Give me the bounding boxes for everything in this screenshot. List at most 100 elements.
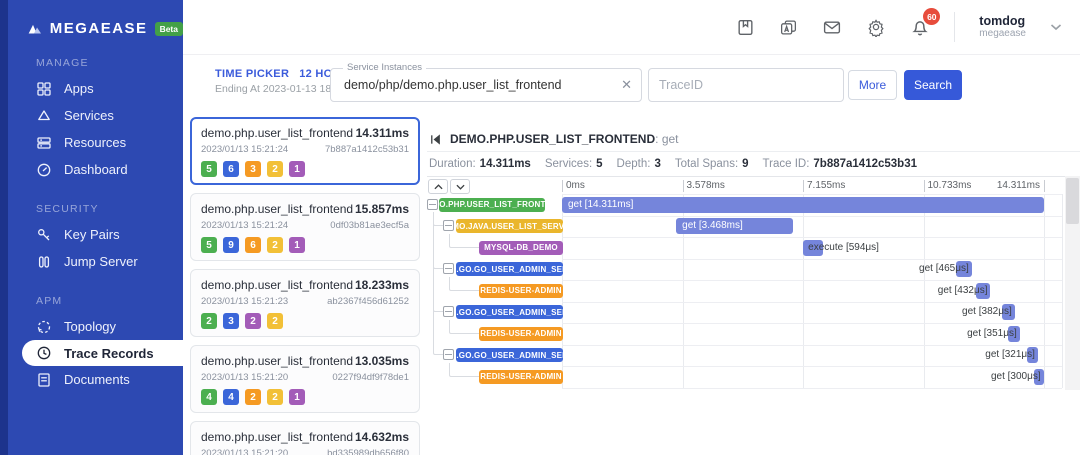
service-pill[interactable]: REDIS-USER-ADMIN — [479, 284, 563, 298]
axis-tick-label: 3.578ms — [687, 180, 725, 191]
service-pill-label: MYSQL-DB_DEMO — [484, 243, 558, 252]
collapse-toggle-icon[interactable] — [427, 199, 438, 210]
service-pill-label: DEMO.GO.GO_USER_ADMIN_SERVICE — [456, 351, 563, 360]
user-org: megaease — [979, 28, 1026, 40]
trace-detail-header: DEMO.PHP.USER_LIST_FRONTEND: get — [429, 130, 679, 148]
span-count-badge: 2 — [245, 389, 261, 405]
sidebar-item-topology[interactable]: Topology — [8, 313, 183, 340]
user-menu[interactable]: tomdog megaease — [979, 14, 1026, 40]
time-picker-label: TIME PICKER — [215, 68, 289, 80]
axis-tick-label: 0ms — [566, 180, 585, 191]
tree-connector — [449, 234, 480, 248]
trace-card-duration: 13.035ms — [355, 354, 409, 368]
collapse-up-button[interactable] — [428, 179, 448, 194]
clear-icon[interactable]: ✕ — [621, 77, 632, 93]
sidebar-item-services[interactable]: Services — [8, 102, 183, 129]
span-label: get [300μs] — [991, 369, 1041, 385]
dashboard-icon — [36, 162, 52, 178]
axis-tick-label: 7.155ms — [807, 180, 845, 191]
span-count-badge: 2 — [267, 237, 283, 253]
trace-card-subheader: 2023/01/13 15:21:240df03b81ae3ecf5a — [201, 220, 409, 231]
sidebar-nav: MANAGEAppsServicesResourcesDashboardSECU… — [8, 57, 183, 393]
search-button[interactable]: Search — [904, 70, 962, 100]
trace-card-name: demo.php.user_list_frontend — [201, 354, 353, 368]
trace-card-header: demo.php.user_list_frontend14.632ms — [201, 430, 409, 444]
service-pill-label: REDIS-USER-ADMIN — [480, 329, 561, 338]
translate-icon[interactable] — [779, 18, 798, 37]
row-separator — [562, 259, 1062, 260]
sidebar-item-label: Dashboard — [64, 162, 128, 177]
trace-card[interactable]: demo.php.user_list_frontend15.857ms2023/… — [190, 193, 420, 261]
collapse-toggle-icon[interactable] — [443, 220, 454, 231]
axis-tick-label: 10.733ms — [928, 180, 972, 191]
row-separator — [562, 280, 1062, 281]
sidebar-item-jump-server[interactable]: Jump Server — [8, 248, 183, 275]
sidebar-section-title: SECURITY — [8, 203, 183, 215]
service-pill[interactable]: DEMO.GO.GO_USER_ADMIN_SERVICE — [456, 348, 563, 362]
trace-card[interactable]: demo.php.user_list_frontend13.035ms2023/… — [190, 345, 420, 413]
grid-line — [1044, 194, 1045, 388]
span-count-badge: 6 — [245, 237, 261, 253]
service-pill[interactable]: MYSQL-DB_DEMO — [479, 241, 563, 255]
trace-card[interactable]: demo.php.user_list_frontend14.632ms2023/… — [190, 421, 420, 455]
row-separator — [562, 216, 1062, 217]
skip-to-start-icon[interactable] — [429, 133, 442, 146]
trace-card-badges: 59621 — [201, 237, 409, 253]
notification-bell-icon[interactable]: 60 — [910, 17, 930, 37]
trace-card[interactable]: demo.php.user_list_frontend18.233ms2023/… — [190, 269, 420, 337]
collapse-toggle-icon[interactable] — [443, 263, 454, 274]
trace-card-subheader: 2023/01/13 15:21:247b887a1412c53b31 — [201, 144, 409, 155]
chevron-down-icon[interactable] — [1050, 23, 1062, 31]
service-pill[interactable]: REDIS-USER-ADMIN — [479, 370, 563, 384]
trace-meta-item: Duration:14.311ms — [429, 158, 531, 170]
service-pill[interactable]: DEMO.GO.GO_USER_ADMIN_SERVICE — [456, 262, 563, 276]
collapse-toggle-icon[interactable] — [443, 349, 454, 360]
span-bar[interactable]: get [3.468ms] — [676, 218, 793, 234]
trace-card-id: ab2367f456d61252 — [327, 296, 409, 307]
sidebar-item-apps[interactable]: Apps — [8, 75, 183, 102]
clock-icon — [36, 345, 52, 361]
grid-line — [924, 194, 925, 388]
more-button[interactable]: More — [848, 70, 897, 100]
sidebar-item-key-pairs[interactable]: Key Pairs — [8, 221, 183, 248]
sidebar-item-resources[interactable]: Resources — [8, 129, 183, 156]
scrollbar-thumb[interactable] — [1066, 178, 1079, 224]
span-count-badge: 3 — [245, 161, 261, 177]
span-label: get [3.468ms] — [676, 218, 793, 234]
span-bar[interactable]: get [14.311ms] — [562, 197, 1044, 213]
trace-card[interactable]: demo.php.user_list_frontend14.311ms2023/… — [190, 117, 420, 185]
bookmark-icon[interactable] — [736, 18, 755, 37]
service-pill[interactable]: DEMO.PHP.USER_LIST_FRONTEND — [439, 198, 545, 212]
service-pill[interactable]: REDIS-USER-ADMIN — [479, 327, 563, 341]
span-count-badge: 2 — [201, 313, 217, 329]
settings-icon[interactable] — [866, 17, 886, 37]
trace-card-badges: 44221 — [201, 389, 409, 405]
trace-card-time: 2023/01/13 15:21:24 — [201, 144, 288, 155]
sidebar-item-label: Resources — [64, 135, 126, 150]
collapse-toggle-icon[interactable] — [443, 306, 454, 317]
trace-card-duration: 14.311ms — [356, 126, 409, 140]
scrollbar-track — [1065, 176, 1080, 390]
row-separator — [562, 237, 1062, 238]
axis-tick-label: 14.311ms — [997, 180, 1040, 191]
trace-card-id: 0227f94df9f78de1 — [332, 372, 409, 383]
trace-id-input[interactable] — [649, 69, 843, 101]
sidebar-item-documents[interactable]: Documents — [8, 366, 183, 393]
service-pill[interactable]: DEMO.JAVA.USER_LIST_SERVICE — [456, 219, 563, 233]
trace-id-field — [648, 68, 844, 102]
sidebar-item-label: Jump Server — [64, 254, 138, 269]
sidebar-item-trace-records[interactable]: Trace Records — [22, 340, 183, 366]
expand-down-button[interactable] — [450, 179, 470, 194]
sidebar-item-label: Trace Records — [64, 346, 154, 361]
span-count-badge: 1 — [289, 237, 305, 253]
service-pill[interactable]: DEMO.GO.GO_USER_ADMIN_SERVICE — [456, 305, 563, 319]
trace-waterfall: 0ms 3.578ms 7.155ms 10.733ms 14.311ms DEMO.PH… — [427, 176, 1080, 396]
service-instances-input[interactable] — [331, 69, 641, 101]
service-pill-label: DEMO.GO.GO_USER_ADMIN_SERVICE — [456, 265, 563, 274]
topbar-divider — [954, 12, 955, 42]
resources-icon — [36, 135, 52, 151]
sidebar-item-dashboard[interactable]: Dashboard — [8, 156, 183, 183]
span-count-badge: 4 — [223, 389, 239, 405]
jump-server-icon — [36, 254, 52, 270]
mail-icon[interactable] — [822, 18, 842, 37]
